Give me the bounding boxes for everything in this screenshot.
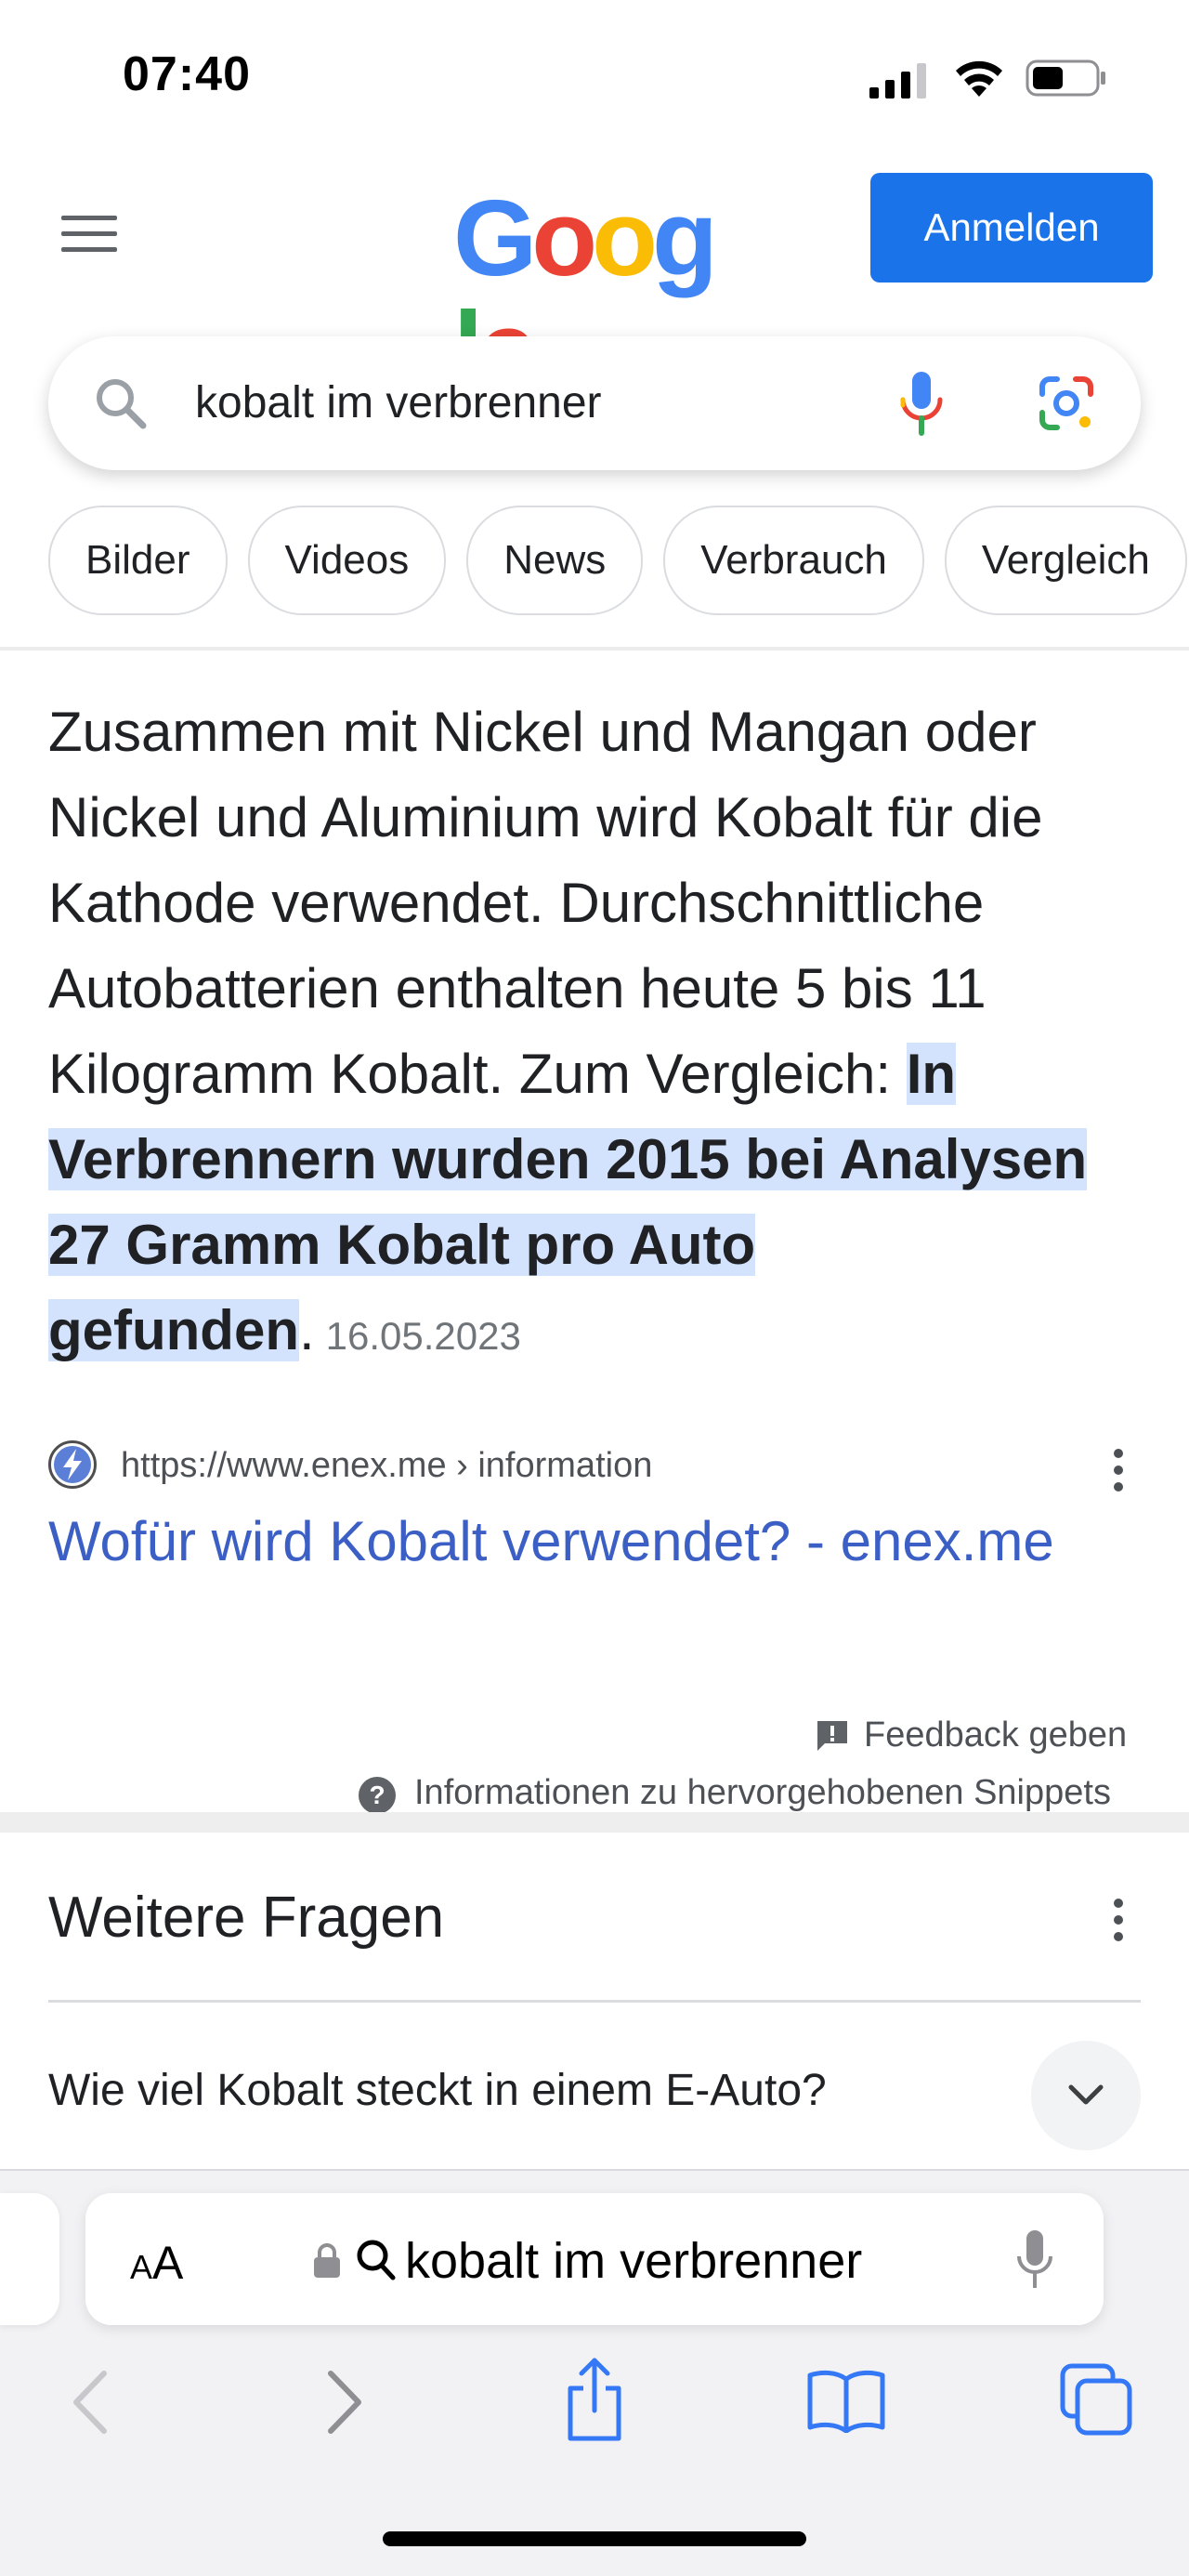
menu-icon[interactable] — [59, 212, 119, 256]
status-time: 07:40 — [123, 47, 251, 101]
more-options-icon[interactable] — [1107, 1446, 1130, 1494]
svg-text:?: ? — [369, 1781, 385, 1809]
site-favicon — [48, 1440, 97, 1489]
lock-icon — [314, 2243, 340, 2278]
help-icon: ? — [359, 1777, 396, 1814]
text-size-button[interactable]: AA — [130, 2236, 183, 2290]
feedback-icon — [817, 1721, 847, 1751]
source-url[interactable]: https://www.enex.me › information — [121, 1442, 652, 1489]
result-title-link[interactable]: Wofür wird Kobalt verwendet? - enex.me — [48, 1502, 1070, 1582]
logo-letter: G — [453, 177, 537, 298]
snippet-date: 16.05.2023 — [325, 1314, 521, 1358]
snippet-end: . — [298, 1299, 315, 1361]
snippet-text: Zusammen mit Nickel und Mangan oder Nick… — [48, 701, 1043, 1105]
expand-button[interactable] — [1031, 2041, 1141, 2150]
featured-snippet-text: Zusammen mit Nickel und Mangan oder Nick… — [48, 690, 1144, 1379]
chip-bilder[interactable]: Bilder — [48, 506, 228, 615]
chip-videos[interactable]: Videos — [247, 506, 447, 615]
chip-vergleich[interactable]: Vergleich — [944, 506, 1187, 615]
logo-letter: o — [592, 177, 658, 298]
voice-search-icon[interactable] — [894, 370, 949, 437]
wifi-icon — [956, 60, 1002, 97]
divider — [0, 647, 1189, 651]
share-icon[interactable] — [561, 2357, 628, 2444]
microphone-icon[interactable] — [1016, 2228, 1053, 2292]
snippet-info-link[interactable]: Informationen zu hervorgehobenen Snippet… — [414, 1773, 1111, 1813]
feedback-link[interactable]: Feedback geben — [864, 1715, 1127, 1755]
logo-letter: g — [651, 177, 718, 298]
back-icon[interactable] — [67, 2368, 113, 2437]
chip-verbrauch[interactable]: Verbrauch — [663, 506, 924, 615]
address-text[interactable]: kobalt im verbrenner — [405, 2232, 862, 2290]
search-icon — [357, 2240, 396, 2280]
logo-letter: o — [531, 177, 597, 298]
related-questions-title: Weitere Fragen — [48, 1886, 445, 1950]
bookmarks-icon[interactable] — [806, 2368, 886, 2433]
more-options-icon[interactable] — [1107, 1896, 1130, 1944]
previous-tab-preview[interactable] — [0, 2193, 59, 2325]
divider — [48, 2000, 1141, 2003]
google-logo[interactable]: Google — [453, 177, 732, 405]
question-item[interactable]: Wie viel Kobalt steckt in einem E-Auto? — [48, 2065, 827, 2116]
forward-icon[interactable] — [321, 2368, 368, 2437]
battery-icon — [1026, 59, 1105, 97]
section-separator — [0, 1812, 1189, 1833]
search-input[interactable]: kobalt im verbrenner — [195, 375, 602, 431]
google-lens-icon[interactable] — [1037, 374, 1096, 433]
search-icon — [97, 379, 147, 429]
tabs-icon[interactable] — [1059, 2362, 1133, 2437]
sign-in-button[interactable]: Anmelden — [870, 173, 1153, 283]
lightning-icon — [54, 1446, 91, 1483]
chevron-down-icon — [1068, 2084, 1104, 2105]
filter-chips: Bilder Videos News Verbrauch Vergleich — [48, 506, 1187, 615]
home-indicator — [383, 2531, 806, 2546]
chip-news[interactable]: News — [466, 506, 644, 615]
cellular-signal-icon — [869, 63, 926, 99]
